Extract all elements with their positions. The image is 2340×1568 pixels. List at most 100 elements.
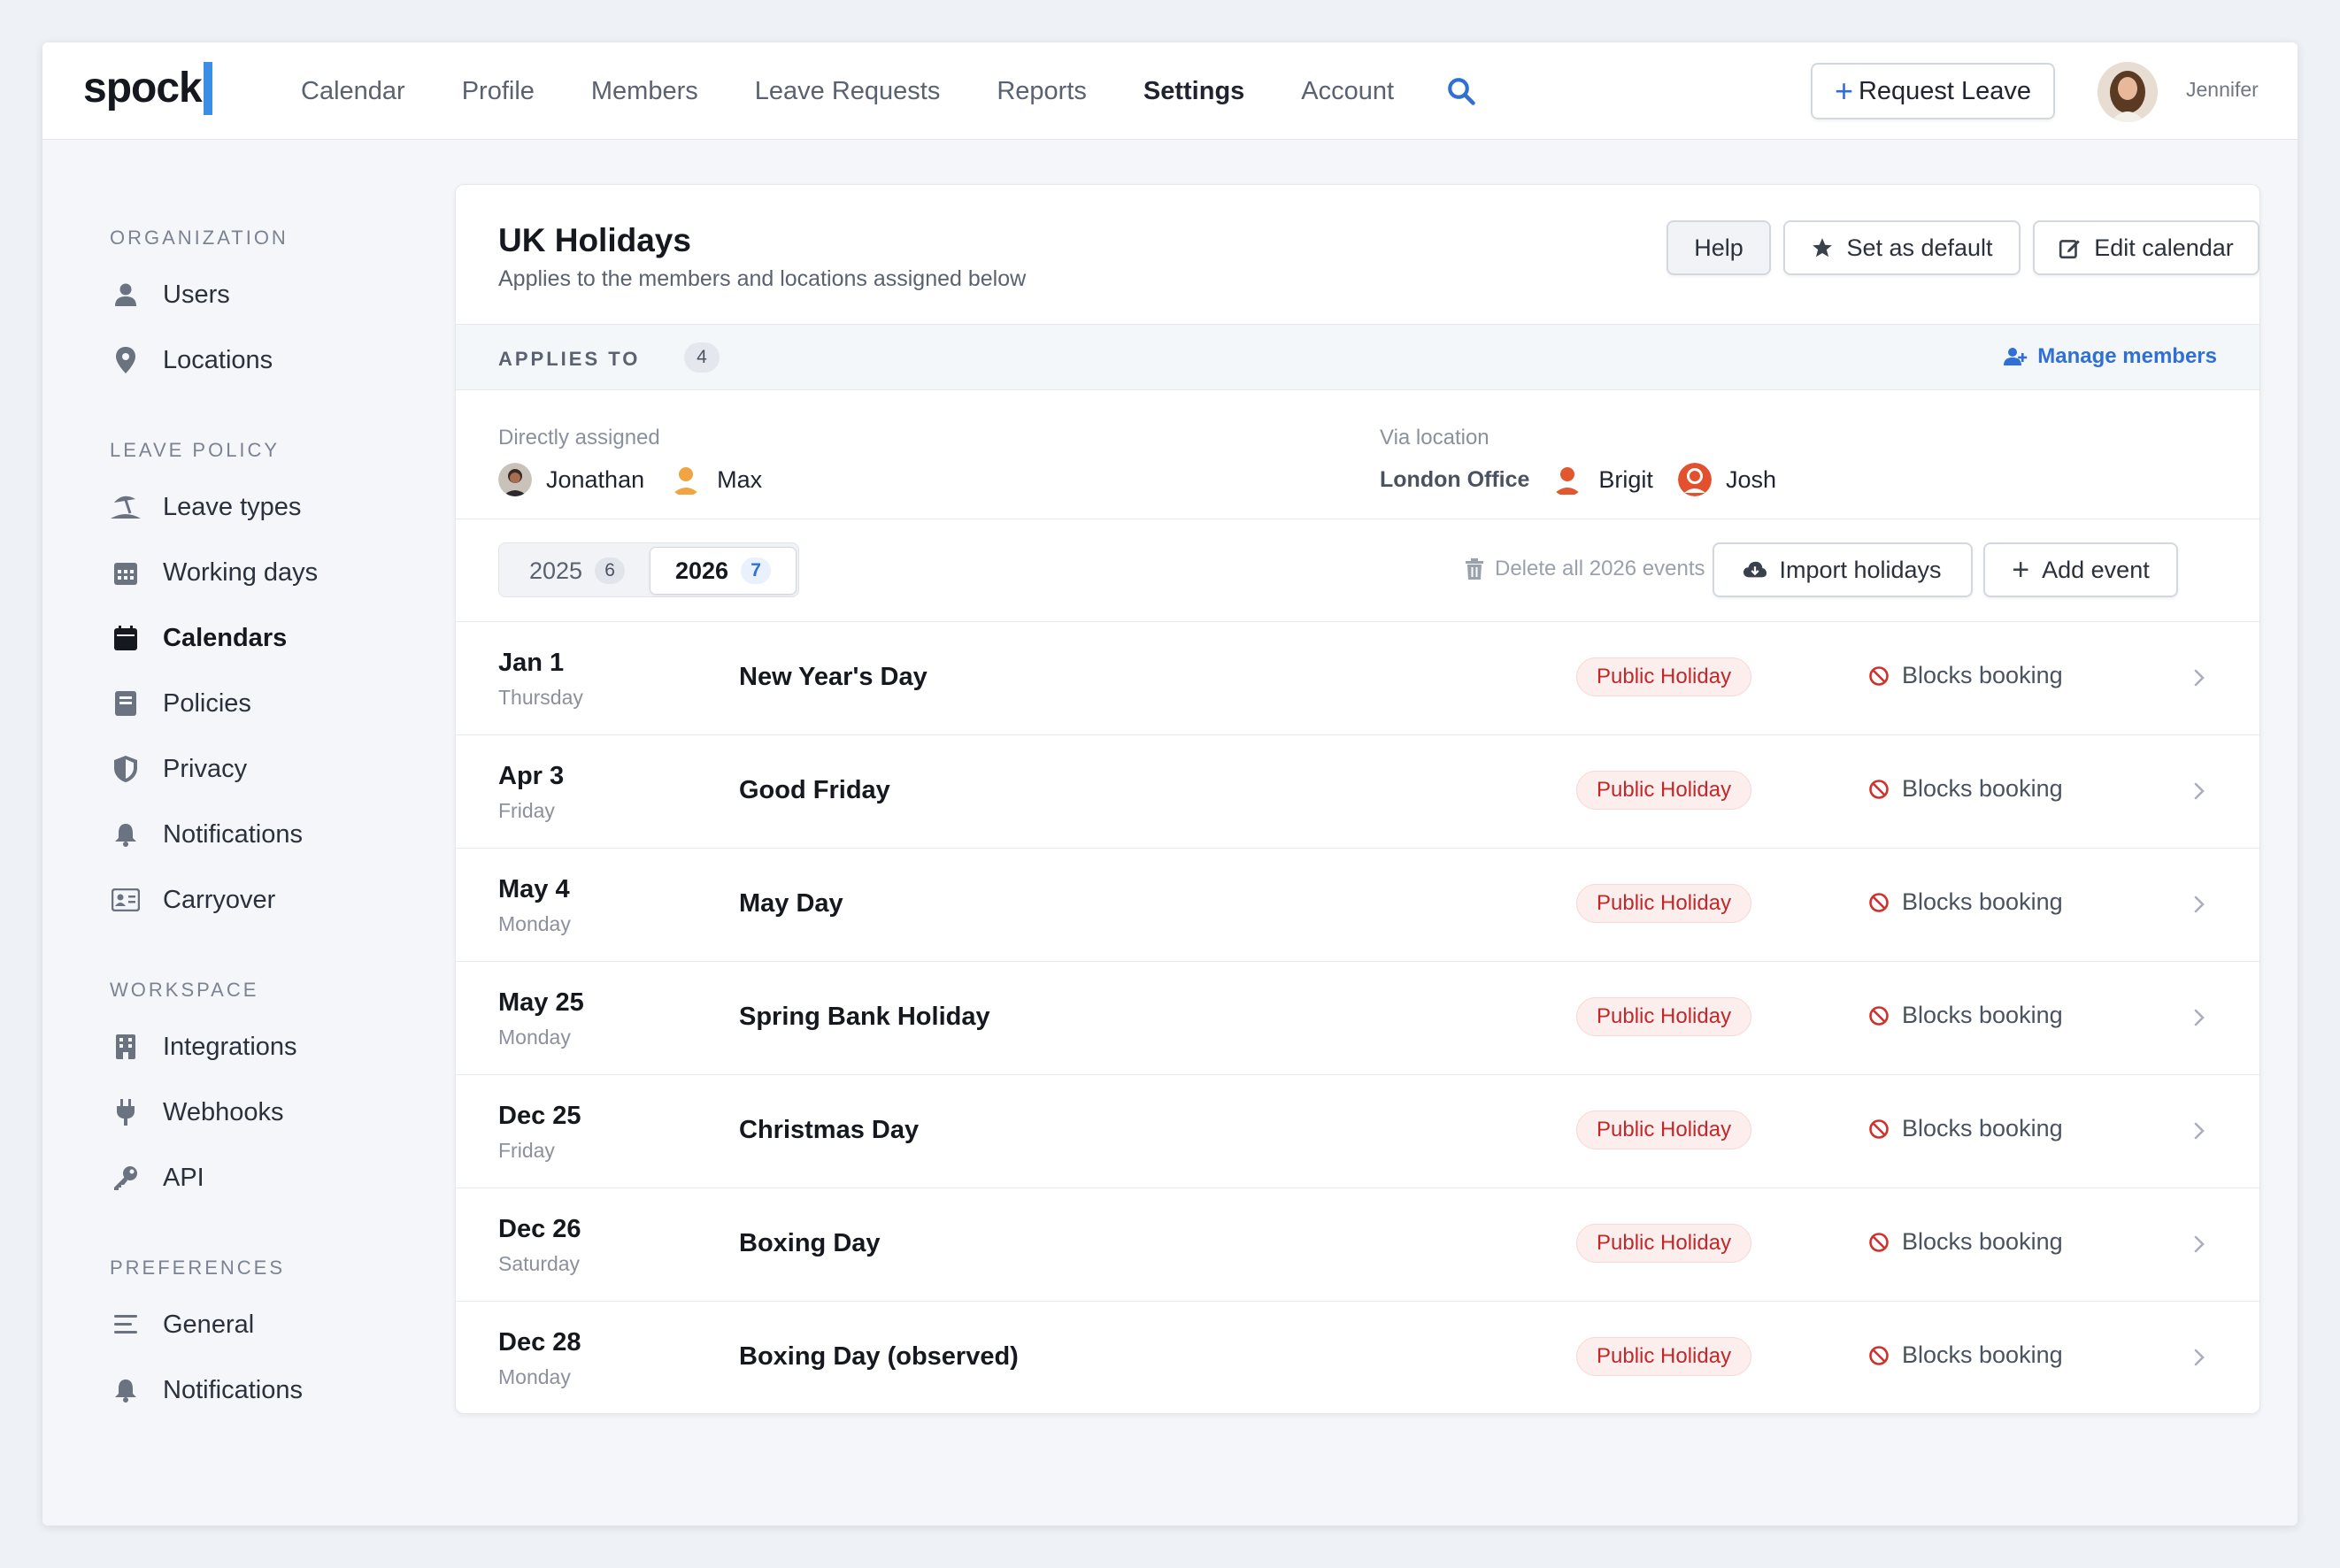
- chevron-right-icon[interactable]: [2190, 1231, 2208, 1257]
- sidebar-item-users[interactable]: Users: [110, 262, 446, 327]
- event-type-badge: Public Holiday: [1576, 884, 1752, 923]
- member-chip[interactable]: Brigit: [1551, 463, 1653, 496]
- import-holidays-label: Import holidays: [1779, 556, 1942, 583]
- book-icon: [110, 688, 142, 719]
- booking-rule: Blocks booking: [1868, 662, 2063, 689]
- event-date: May 25: [498, 988, 584, 1017]
- event-date: Dec 26: [498, 1215, 581, 1243]
- manage-members-label: Manage members: [2037, 344, 2217, 368]
- sidebar-item-integrations[interactable]: Integrations: [110, 1014, 446, 1080]
- sidebar-item-locations[interactable]: Locations: [110, 327, 446, 393]
- avatar[interactable]: [2098, 62, 2158, 122]
- delete-all-events-button[interactable]: Delete all 2026 events: [1465, 557, 1705, 581]
- event-row[interactable]: Jan 1 Thursday New Year's Day Public Hol…: [456, 622, 2259, 735]
- member-chip[interactable]: Josh: [1677, 463, 1776, 496]
- nav-settings[interactable]: Settings: [1143, 77, 1244, 106]
- event-name: Good Friday: [739, 776, 890, 804]
- top-navigation-bar: spock Calendar Profile Members Leave Req…: [42, 42, 2298, 140]
- search-icon[interactable]: [1445, 75, 1477, 107]
- delete-all-label: Delete all 2026 events: [1495, 557, 1705, 580]
- event-weekday: Monday: [498, 1026, 571, 1049]
- nav-reports[interactable]: Reports: [997, 77, 1087, 106]
- umbrella-beach-icon: [110, 491, 142, 523]
- booking-rule: Blocks booking: [1868, 1228, 2063, 1256]
- set-default-label: Set as default: [1846, 234, 1993, 261]
- sidebar-item-notifications[interactable]: Notifications: [110, 802, 446, 867]
- set-default-button[interactable]: Set as default: [1783, 220, 2021, 275]
- nav-members[interactable]: Members: [591, 77, 698, 106]
- event-row[interactable]: Apr 3 Friday Good Friday Public Holiday …: [456, 735, 2259, 849]
- no-entry-icon: [1869, 1345, 1889, 1365]
- help-button[interactable]: Help: [1666, 220, 1771, 275]
- nav-leave-requests[interactable]: Leave Requests: [755, 77, 941, 106]
- avatar: [498, 463, 532, 496]
- direct-members-list: Jonathan Max: [498, 463, 787, 496]
- bell-icon: [110, 819, 142, 850]
- applies-to-label: APPLIES TO: [498, 348, 641, 370]
- import-holidays-button[interactable]: Import holidays: [1713, 542, 1973, 597]
- key-icon: [110, 1162, 142, 1194]
- nav-account[interactable]: Account: [1301, 77, 1394, 106]
- chevron-right-icon[interactable]: [2190, 1118, 2208, 1144]
- tab-2026[interactable]: 2026 7: [650, 547, 797, 595]
- logo[interactable]: spock: [83, 62, 212, 115]
- events-toolbar: 2025 6 2026 7 Delete all 2026 events Imp…: [456, 519, 2259, 622]
- sidebar-item-api[interactable]: API: [110, 1145, 446, 1211]
- manage-members-link[interactable]: Manage members: [2004, 344, 2217, 369]
- add-event-button[interactable]: + Add event: [1983, 542, 2178, 597]
- chevron-right-icon[interactable]: [2190, 778, 2208, 804]
- year-count-badge: 6: [595, 557, 626, 584]
- sidebar-item-carryover[interactable]: Carryover: [110, 867, 446, 933]
- sidebar-item-leave-types[interactable]: Leave types: [110, 474, 446, 540]
- sidebar-item-policies[interactable]: Policies: [110, 671, 446, 736]
- member-chip[interactable]: Max: [669, 463, 762, 496]
- chevron-right-icon[interactable]: [2190, 1004, 2208, 1031]
- event-date: Dec 28: [498, 1328, 581, 1357]
- request-leave-button[interactable]: + Request Leave: [1811, 63, 2055, 119]
- event-type-badge: Public Holiday: [1576, 771, 1752, 810]
- events-list: Jan 1 Thursday New Year's Day Public Hol…: [456, 622, 2259, 1413]
- event-name: May Day: [739, 889, 843, 918]
- chevron-right-icon[interactable]: [2190, 665, 2208, 691]
- sidebar-item-privacy[interactable]: Privacy: [110, 736, 446, 802]
- edit-calendar-label: Edit calendar: [2094, 234, 2234, 261]
- chevron-right-icon[interactable]: [2190, 891, 2208, 918]
- user-name[interactable]: Jennifer: [2186, 78, 2259, 102]
- event-name: New Year's Day: [739, 663, 928, 691]
- event-row[interactable]: May 4 Monday May Day Public Holiday Bloc…: [456, 849, 2259, 962]
- booking-rule: Blocks booking: [1868, 1002, 2063, 1029]
- sidebar-item-working-days[interactable]: Working days: [110, 540, 446, 605]
- event-weekday: Friday: [498, 799, 555, 822]
- sidebar-item-label: Policies: [163, 688, 251, 718]
- sidebar-item-label: General: [163, 1310, 255, 1339]
- applies-to-bar: APPLIES TO 4 Manage members: [456, 325, 2259, 390]
- direct-assigned-label: Directly assigned: [498, 426, 660, 450]
- sidebar-item-general[interactable]: General: [110, 1292, 446, 1357]
- nav-profile[interactable]: Profile: [462, 77, 535, 106]
- plug-icon: [110, 1096, 142, 1128]
- event-row[interactable]: May 25 Monday Spring Bank Holiday Public…: [456, 962, 2259, 1075]
- sidebar-item-webhooks[interactable]: Webhooks: [110, 1080, 446, 1145]
- tab-2025[interactable]: 2025 6: [506, 547, 648, 595]
- sidebar-item-pref-notifications[interactable]: Notifications: [110, 1357, 446, 1423]
- star-icon: [1813, 238, 1833, 257]
- chevron-right-icon[interactable]: [2190, 1344, 2208, 1371]
- no-entry-icon: [1869, 779, 1889, 799]
- event-row[interactable]: Dec 25 Friday Christmas Day Public Holid…: [456, 1075, 2259, 1188]
- booking-rule-label: Blocks booking: [1902, 775, 2063, 802]
- member-chip[interactable]: Jonathan: [498, 463, 644, 496]
- sidebar-item-label: Webhooks: [163, 1097, 284, 1126]
- edit-calendar-button[interactable]: Edit calendar: [2033, 220, 2259, 275]
- avatar: [1551, 463, 1585, 496]
- card-header: UK Holidays Applies to the members and l…: [456, 185, 2259, 325]
- settings-sidebar: ORGANIZATION Users Locations LEAVE POLIC…: [110, 227, 446, 1437]
- sidebar-item-calendars[interactable]: Calendars: [110, 605, 446, 671]
- no-entry-icon: [1869, 1118, 1889, 1139]
- plus-icon: +: [2012, 553, 2030, 587]
- sidebar-section-title: LEAVE POLICY: [110, 439, 281, 461]
- map-pin-icon: [110, 344, 142, 376]
- nav-calendar[interactable]: Calendar: [301, 77, 405, 106]
- event-row[interactable]: Dec 28 Monday Boxing Day (observed) Publ…: [456, 1302, 2259, 1413]
- event-row[interactable]: Dec 26 Saturday Boxing Day Public Holida…: [456, 1188, 2259, 1302]
- location-name[interactable]: London Office: [1380, 467, 1529, 493]
